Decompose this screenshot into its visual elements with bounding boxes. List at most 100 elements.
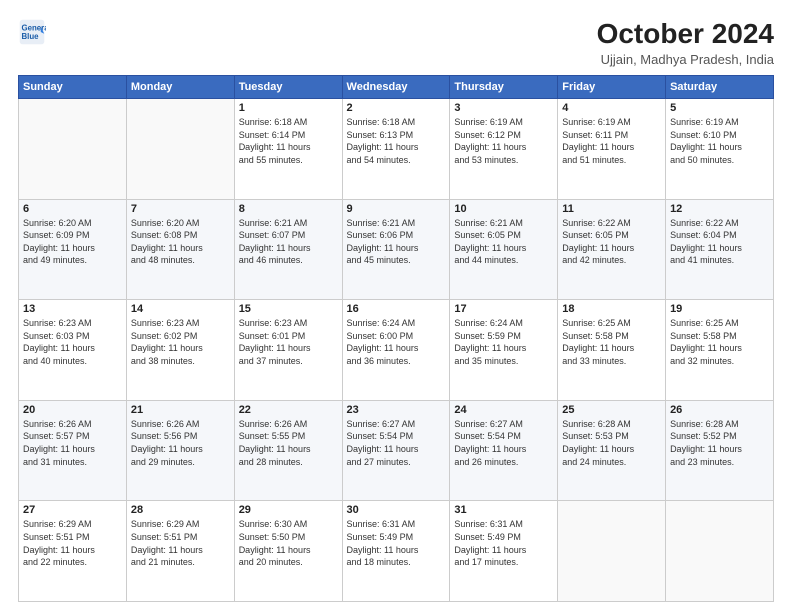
day-number: 3 <box>454 102 553 114</box>
sub-title: Ujjain, Madhya Pradesh, India <box>597 52 774 67</box>
calendar-cell: 8Sunrise: 6:21 AM Sunset: 6:07 PM Daylig… <box>234 199 342 300</box>
calendar-cell: 25Sunrise: 6:28 AM Sunset: 5:53 PM Dayli… <box>558 400 666 501</box>
day-number: 26 <box>670 404 769 416</box>
calendar-cell: 28 Sunrise: 6:29 AM Sunset: 5:51 PM Dayli… <box>126 501 234 602</box>
day-number: 20 <box>23 404 122 416</box>
main-title: October 2024 <box>597 18 774 50</box>
day-number: 14 <box>131 303 230 315</box>
day-detail: Sunrise: 6:22 AM Sunset: 6:05 PM Dayligh… <box>562 217 661 267</box>
day-detail: Sunrise: 6:28 AM Sunset: 5:52 PM Dayligh… <box>670 418 769 468</box>
day-number: 18 <box>562 303 661 315</box>
calendar-cell: 15 Sunrise: 6:23 AM Sunset: 6:01 PM Dayli… <box>234 300 342 401</box>
day-detail: Sunrise: 6:21 AM Sunset: 6:05 PM Dayligh… <box>454 217 553 267</box>
day-number: 15 <box>239 303 338 315</box>
calendar-cell <box>666 501 774 602</box>
calendar-week-3: 13 Sunrise: 6:23 AM Sunset: 6:03 PM Dayli… <box>19 300 774 401</box>
day-number: 23 <box>347 404 446 416</box>
day-detail: Sunrise: 6:29 AM Sunset: 5:51 PM Dayligh… <box>131 518 230 568</box>
calendar-cell <box>19 99 127 200</box>
calendar-cell: 11 Sunrise: 6:22 AM Sunset: 6:05 PM Dayli… <box>558 199 666 300</box>
day-number: 11 <box>562 203 661 215</box>
calendar-cell: 6Sunrise: 6:20 AM Sunset: 6:09 PM Daylig… <box>19 199 127 300</box>
day-detail: Sunrise: 6:27 AM Sunset: 5:54 PM Dayligh… <box>347 418 446 468</box>
day-number: 8 <box>239 203 338 215</box>
calendar-week-5: 27Sunrise: 6:29 AM Sunset: 5:51 PM Dayli… <box>19 501 774 602</box>
calendar-cell: 7Sunrise: 6:20 AM Sunset: 6:08 PM Daylig… <box>126 199 234 300</box>
day-number: 10 <box>454 203 553 215</box>
day-number: 13 <box>23 303 122 315</box>
day-number: 21 <box>131 404 230 416</box>
day-number: 25 <box>562 404 661 416</box>
day-number: 12 <box>670 203 769 215</box>
calendar-cell: 9 Sunrise: 6:21 AM Sunset: 6:06 PM Daylig… <box>342 199 450 300</box>
day-number: 30 <box>347 504 446 516</box>
calendar-cell: 18 Sunrise: 6:25 AM Sunset: 5:58 PM Dayli… <box>558 300 666 401</box>
day-detail: Sunrise: 6:27 AM Sunset: 5:54 PM Dayligh… <box>454 418 553 468</box>
day-detail: Sunrise: 6:31 AM Sunset: 5:49 PM Dayligh… <box>454 518 553 568</box>
day-detail: Sunrise: 6:29 AM Sunset: 5:51 PM Dayligh… <box>23 518 122 568</box>
calendar-cell: 19Sunrise: 6:25 AM Sunset: 5:58 PM Dayli… <box>666 300 774 401</box>
calendar-cell: 2Sunrise: 6:18 AM Sunset: 6:13 PM Daylig… <box>342 99 450 200</box>
day-detail: Sunrise: 6:23 AM Sunset: 6:02 PM Dayligh… <box>131 317 230 367</box>
svg-text:Blue: Blue <box>22 32 40 41</box>
day-detail: Sunrise: 6:31 AM Sunset: 5:49 PM Dayligh… <box>347 518 446 568</box>
calendar-cell: 30 Sunrise: 6:31 AM Sunset: 5:49 PM Dayli… <box>342 501 450 602</box>
day-detail: Sunrise: 6:26 AM Sunset: 5:56 PM Dayligh… <box>131 418 230 468</box>
day-detail: Sunrise: 6:25 AM Sunset: 5:58 PM Dayligh… <box>562 317 661 367</box>
day-number: 31 <box>454 504 553 516</box>
day-number: 24 <box>454 404 553 416</box>
calendar-cell: 17 Sunrise: 6:24 AM Sunset: 5:59 PM Dayli… <box>450 300 558 401</box>
day-detail: Sunrise: 6:25 AM Sunset: 5:58 PM Dayligh… <box>670 317 769 367</box>
day-number: 22 <box>239 404 338 416</box>
calendar-cell: 1Sunrise: 6:18 AM Sunset: 6:14 PM Daylig… <box>234 99 342 200</box>
title-block: October 2024 Ujjain, Madhya Pradesh, Ind… <box>597 18 774 67</box>
calendar-cell: 16 Sunrise: 6:24 AM Sunset: 6:00 PM Dayli… <box>342 300 450 401</box>
day-detail: Sunrise: 6:18 AM Sunset: 6:14 PM Dayligh… <box>239 116 338 166</box>
calendar-cell: 21 Sunrise: 6:26 AM Sunset: 5:56 PM Dayli… <box>126 400 234 501</box>
day-detail: Sunrise: 6:23 AM Sunset: 6:03 PM Dayligh… <box>23 317 122 367</box>
calendar-cell: 23 Sunrise: 6:27 AM Sunset: 5:54 PM Dayli… <box>342 400 450 501</box>
weekday-header-thursday: Thursday <box>450 76 558 99</box>
day-number: 4 <box>562 102 661 114</box>
calendar-cell: 31 Sunrise: 6:31 AM Sunset: 5:49 PM Dayli… <box>450 501 558 602</box>
calendar-cell: 4 Sunrise: 6:19 AM Sunset: 6:11 PM Daylig… <box>558 99 666 200</box>
day-detail: Sunrise: 6:23 AM Sunset: 6:01 PM Dayligh… <box>239 317 338 367</box>
day-detail: Sunrise: 6:20 AM Sunset: 6:09 PM Dayligh… <box>23 217 122 267</box>
calendar-cell <box>126 99 234 200</box>
weekday-header-row: SundayMondayTuesdayWednesdayThursdayFrid… <box>19 76 774 99</box>
calendar-cell: 14 Sunrise: 6:23 AM Sunset: 6:02 PM Dayli… <box>126 300 234 401</box>
calendar-cell: 3Sunrise: 6:19 AM Sunset: 6:12 PM Daylig… <box>450 99 558 200</box>
page: General Blue October 2024 Ujjain, Madhya… <box>0 0 792 612</box>
weekday-header-friday: Friday <box>558 76 666 99</box>
weekday-header-wednesday: Wednesday <box>342 76 450 99</box>
day-detail: Sunrise: 6:24 AM Sunset: 6:00 PM Dayligh… <box>347 317 446 367</box>
weekday-header-saturday: Saturday <box>666 76 774 99</box>
calendar-cell: 10 Sunrise: 6:21 AM Sunset: 6:05 PM Dayli… <box>450 199 558 300</box>
day-number: 5 <box>670 102 769 114</box>
day-detail: Sunrise: 6:19 AM Sunset: 6:11 PM Dayligh… <box>562 116 661 166</box>
day-detail: Sunrise: 6:21 AM Sunset: 6:06 PM Dayligh… <box>347 217 446 267</box>
calendar-week-2: 6Sunrise: 6:20 AM Sunset: 6:09 PM Daylig… <box>19 199 774 300</box>
day-number: 7 <box>131 203 230 215</box>
calendar-week-1: 1Sunrise: 6:18 AM Sunset: 6:14 PM Daylig… <box>19 99 774 200</box>
day-detail: Sunrise: 6:19 AM Sunset: 6:10 PM Dayligh… <box>670 116 769 166</box>
calendar-week-4: 20 Sunrise: 6:26 AM Sunset: 5:57 PM Dayli… <box>19 400 774 501</box>
calendar-cell: 29Sunrise: 6:30 AM Sunset: 5:50 PM Dayli… <box>234 501 342 602</box>
calendar-cell: 27Sunrise: 6:29 AM Sunset: 5:51 PM Dayli… <box>19 501 127 602</box>
day-number: 16 <box>347 303 446 315</box>
day-number: 2 <box>347 102 446 114</box>
day-number: 28 <box>131 504 230 516</box>
calendar-cell: 24 Sunrise: 6:27 AM Sunset: 5:54 PM Dayli… <box>450 400 558 501</box>
calendar-cell: 12 Sunrise: 6:22 AM Sunset: 6:04 PM Dayli… <box>666 199 774 300</box>
day-number: 9 <box>347 203 446 215</box>
logo-icon: General Blue <box>18 18 46 46</box>
weekday-header-tuesday: Tuesday <box>234 76 342 99</box>
calendar-cell <box>558 501 666 602</box>
day-number: 17 <box>454 303 553 315</box>
day-detail: Sunrise: 6:24 AM Sunset: 5:59 PM Dayligh… <box>454 317 553 367</box>
day-detail: Sunrise: 6:26 AM Sunset: 5:57 PM Dayligh… <box>23 418 122 468</box>
day-detail: Sunrise: 6:22 AM Sunset: 6:04 PM Dayligh… <box>670 217 769 267</box>
weekday-header-monday: Monday <box>126 76 234 99</box>
day-detail: Sunrise: 6:26 AM Sunset: 5:55 PM Dayligh… <box>239 418 338 468</box>
logo: General Blue <box>18 18 46 46</box>
